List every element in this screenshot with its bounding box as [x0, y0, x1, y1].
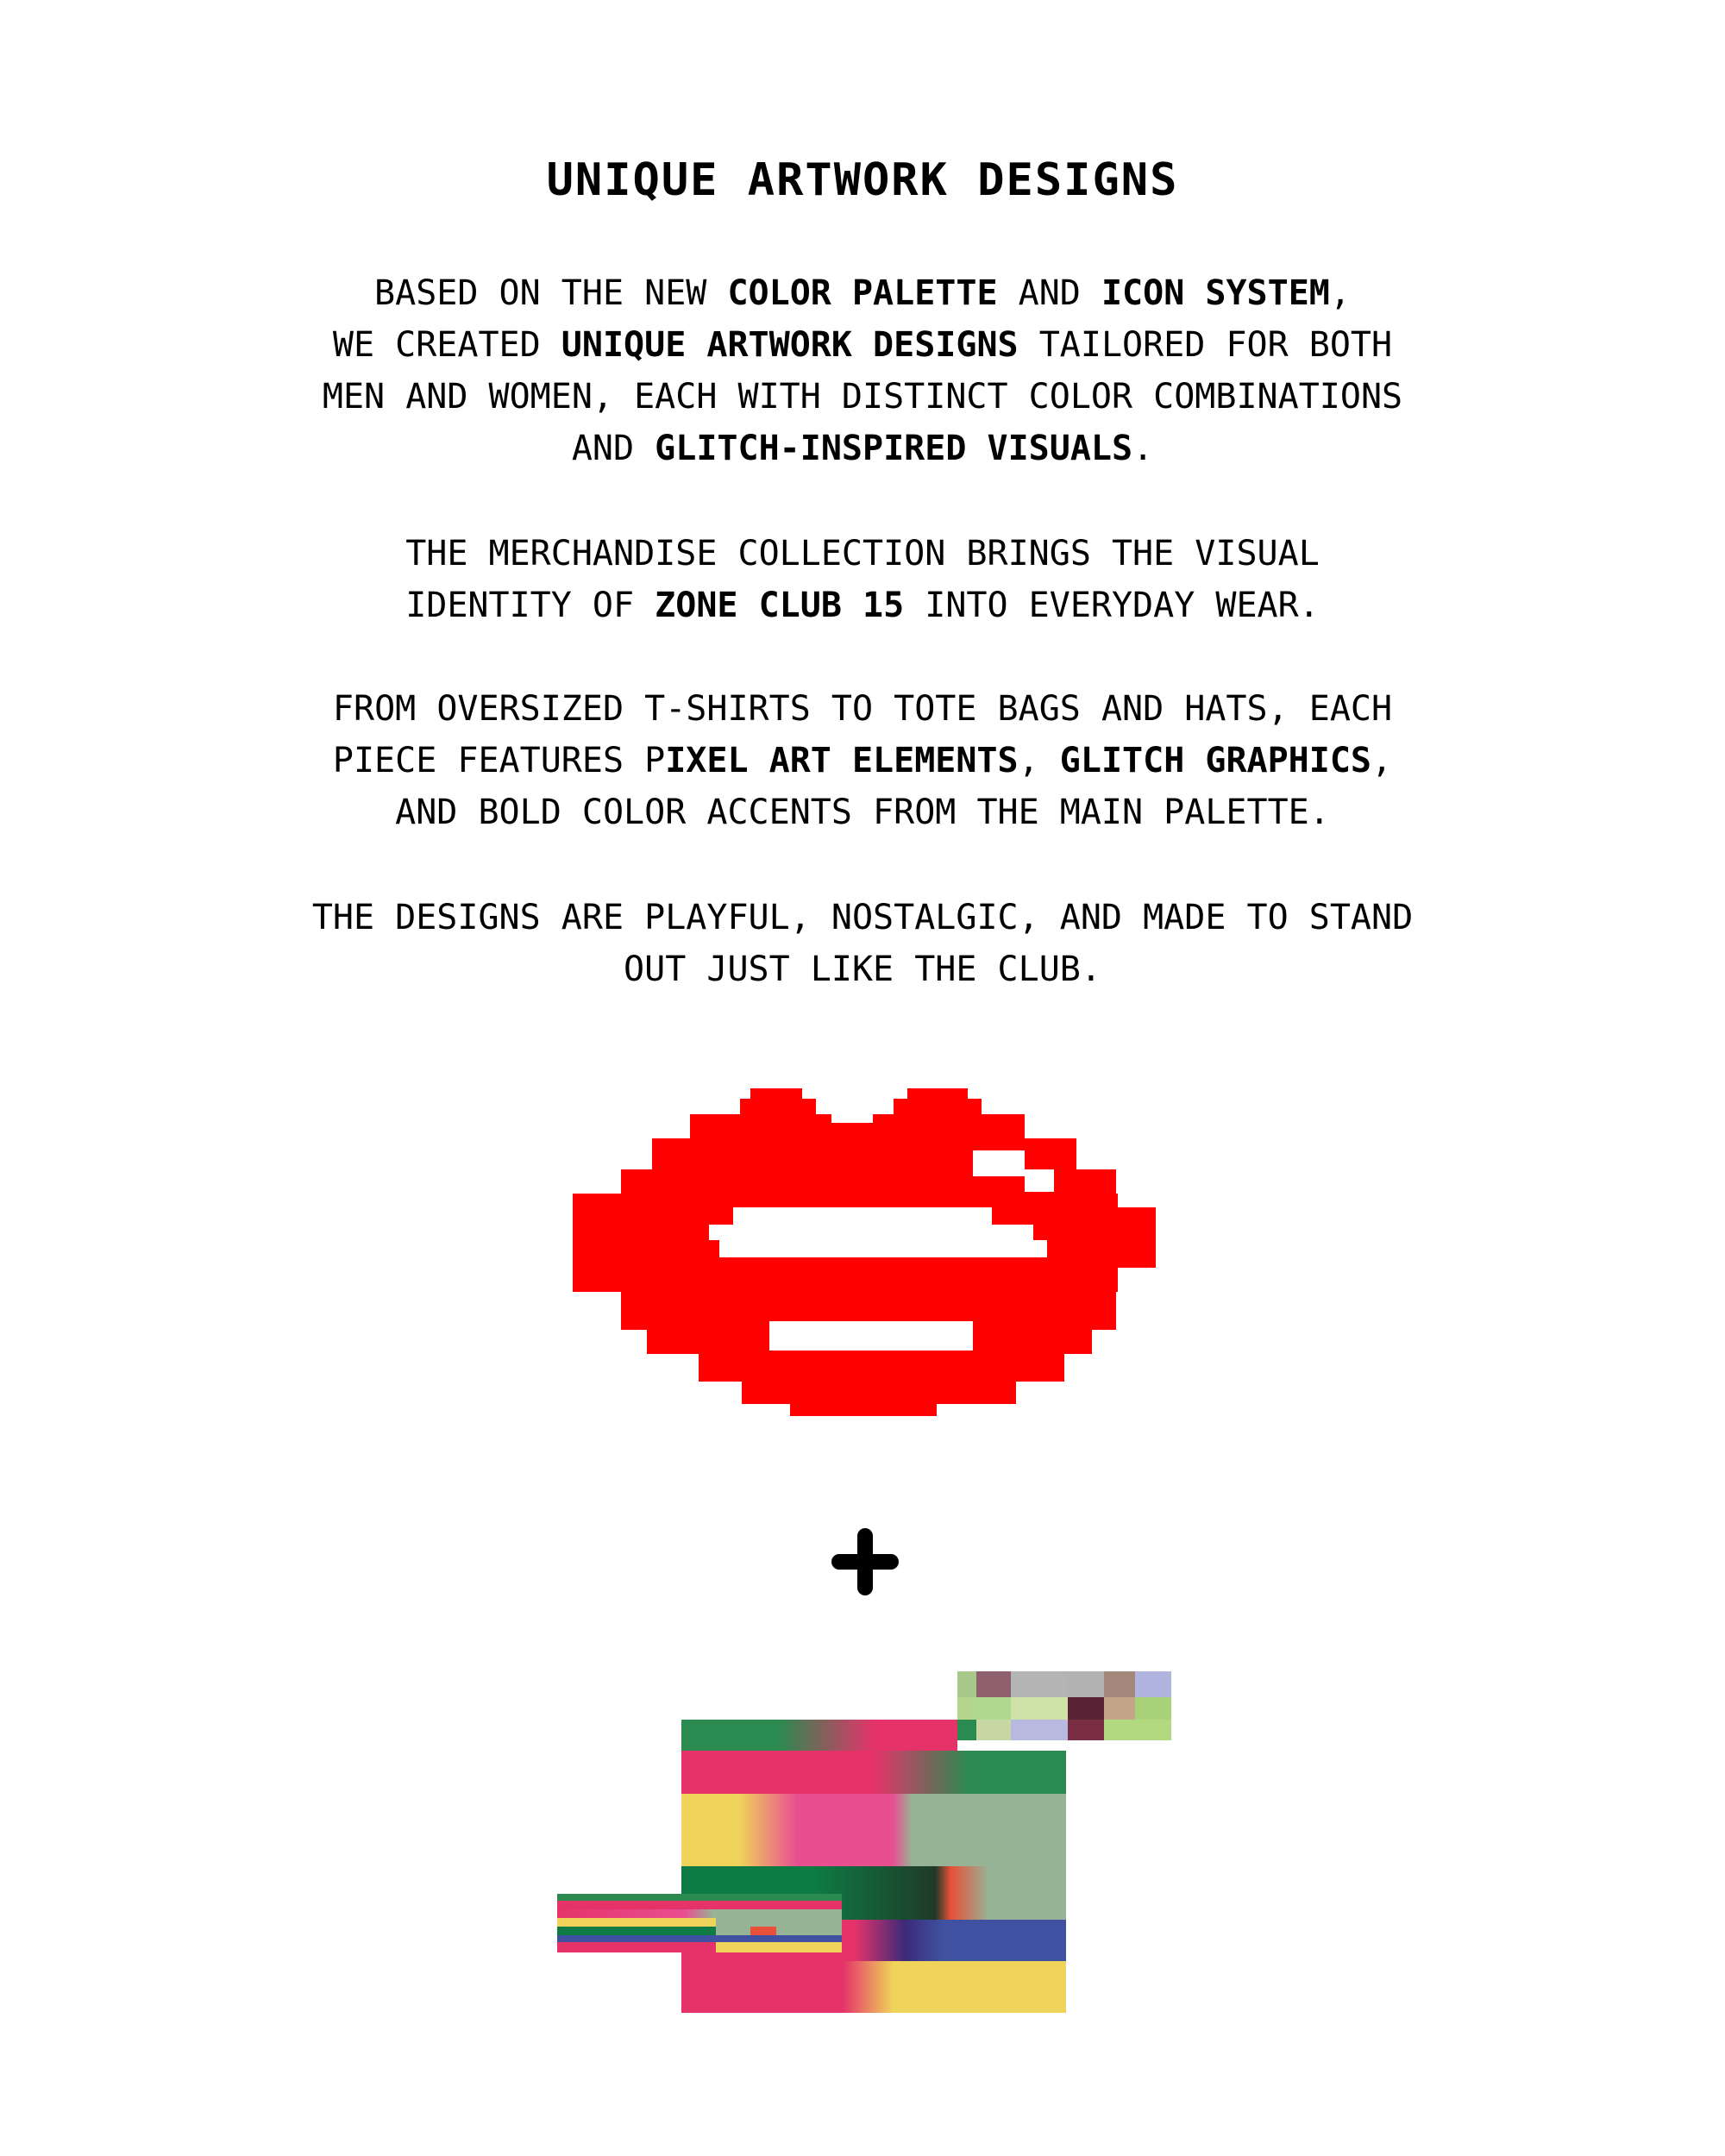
- glitch-stripes: [681, 1720, 1066, 2013]
- emphasis-text: icon system: [1101, 273, 1330, 313]
- paragraph-line: The designs are playful, nostalgic, and …: [0, 892, 1725, 943]
- glitch-small-strip: [557, 1894, 842, 1952]
- body-text: and: [571, 429, 656, 468]
- paragraph-line: and glitch-inspired visuals.: [0, 423, 1725, 474]
- page-title: Unique artwork designs: [546, 154, 1179, 206]
- paragraph-line: identity of Zone Club 15 into everyday w…: [0, 580, 1725, 631]
- paragraph-line: From oversized T-shirts to tote bags and…: [0, 683, 1725, 735]
- closing-paragraph: The designs are playful, nostalgic, and …: [0, 892, 1725, 995]
- body-text: .: [1132, 429, 1154, 468]
- emphasis-text: glitch graphics: [1059, 741, 1372, 780]
- emphasis-text: Zone Club 15: [655, 586, 905, 625]
- plus-icon: [831, 1528, 899, 1595]
- body-text: ,: [1329, 273, 1351, 313]
- body-text: into everyday wear.: [904, 586, 1320, 625]
- body-text: Based on the new: [374, 273, 728, 313]
- pixel-lips-icon: [573, 1088, 1156, 1416]
- emphasis-text: ixel art elements: [665, 741, 1019, 780]
- emphasis-text: glitch-inspired visuals: [655, 429, 1133, 468]
- body-text: men and women, each with distinct color …: [322, 377, 1403, 417]
- glitch-art-icon: [557, 1671, 1171, 2013]
- body-text: ,: [1018, 741, 1060, 780]
- body-text: and: [997, 273, 1101, 313]
- glitch-pixel-cluster: [957, 1671, 1171, 1740]
- features-paragraph: From oversized T-shirts to tote bags and…: [0, 683, 1725, 838]
- body-text: ,: [1371, 741, 1393, 780]
- body-text: we created: [332, 325, 561, 365]
- emphasis-text: unique artwork designs: [561, 325, 1019, 365]
- body-text: From oversized T-shirts to tote bags and…: [332, 689, 1393, 729]
- paragraph-line: and bold color accents from the main pal…: [0, 787, 1725, 838]
- intro-paragraph: Based on the new color palette and icon …: [0, 267, 1725, 474]
- body-text: The merchandise collection brings the vi…: [405, 534, 1320, 573]
- paragraph-line: men and women, each with distinct color …: [0, 371, 1725, 423]
- paragraph-line: out just like the club.: [0, 943, 1725, 995]
- body-text: The designs are playful, nostalgic, and …: [311, 898, 1414, 937]
- body-text: tailored for both: [1018, 325, 1393, 365]
- body-text: and bold color accents from the main pal…: [395, 793, 1330, 832]
- body-text: piece features p: [332, 741, 666, 780]
- paragraph-line: piece features pixel art elements, glitc…: [0, 735, 1725, 787]
- paragraph-line: The merchandise collection brings the vi…: [0, 528, 1725, 580]
- body-text: identity of: [405, 586, 656, 625]
- paragraph-line: we created unique artwork designs tailor…: [0, 319, 1725, 371]
- paragraph-line: Based on the new color palette and icon …: [0, 267, 1725, 319]
- collection-paragraph: The merchandise collection brings the vi…: [0, 528, 1725, 631]
- emphasis-text: color palette: [727, 273, 998, 313]
- body-text: out just like the club.: [624, 950, 1101, 989]
